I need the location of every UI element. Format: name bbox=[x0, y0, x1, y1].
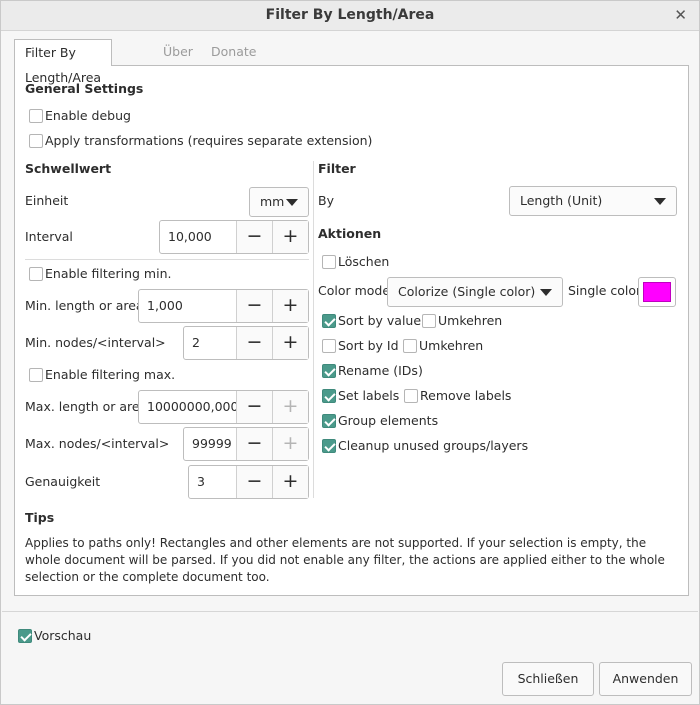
precision-stepper[interactable]: 3 − + bbox=[188, 465, 309, 499]
chevron-down-icon bbox=[286, 199, 298, 206]
min-nodes-label: Min. nodes/<interval> bbox=[25, 335, 166, 350]
chevron-down-icon bbox=[654, 198, 666, 205]
sort-by-id-checkbox[interactable] bbox=[322, 339, 336, 353]
decrement-icon[interactable]: − bbox=[236, 327, 272, 359]
window-title: Filter By Length/Area bbox=[265, 7, 435, 23]
sort-by-value-checkbox[interactable] bbox=[322, 314, 336, 328]
close-button[interactable]: Schließen bbox=[502, 662, 594, 696]
apply-transformations-checkbox[interactable] bbox=[29, 134, 43, 148]
filter-heading: Filter bbox=[318, 161, 356, 176]
tab-about[interactable]: Über bbox=[153, 39, 203, 66]
reverse-value-label: Umkehren bbox=[438, 313, 503, 328]
increment-icon[interactable]: + bbox=[272, 290, 308, 322]
filter-by-label: By bbox=[318, 193, 334, 208]
apply-transformations-label: Apply transformations (requires separate… bbox=[45, 133, 373, 148]
enable-min-checkbox[interactable] bbox=[29, 267, 43, 281]
increment-icon[interactable]: + bbox=[272, 391, 308, 423]
interval-value[interactable]: 10,000 bbox=[168, 229, 212, 244]
remove-labels-label: Remove labels bbox=[420, 388, 512, 403]
min-length-value[interactable]: 1,000 bbox=[147, 298, 183, 313]
sort-by-id-label: Sort by Id bbox=[338, 338, 399, 353]
max-nodes-value[interactable]: 99999 bbox=[192, 436, 232, 451]
group-elements-checkbox[interactable] bbox=[322, 414, 336, 428]
max-length-value[interactable]: 10000000,000 bbox=[147, 399, 238, 414]
decrement-icon[interactable]: − bbox=[236, 391, 272, 423]
unit-select[interactable]: mm bbox=[249, 187, 309, 217]
decrement-icon[interactable]: − bbox=[236, 221, 272, 253]
min-nodes-stepper[interactable]: 2 − + bbox=[183, 326, 309, 360]
reverse-id-label: Umkehren bbox=[419, 338, 484, 353]
filter-by-value: Length (Unit) bbox=[520, 193, 603, 208]
set-labels-checkbox[interactable] bbox=[322, 389, 336, 403]
group-elements-label: Group elements bbox=[338, 413, 439, 428]
preview-label: Vorschau bbox=[34, 628, 92, 643]
color-mode-select[interactable]: Colorize (Single color) bbox=[387, 277, 563, 307]
increment-icon[interactable]: + bbox=[272, 327, 308, 359]
increment-icon[interactable]: + bbox=[272, 466, 308, 498]
single-color-button[interactable] bbox=[638, 277, 676, 307]
max-length-label: Max. length or area bbox=[25, 399, 148, 414]
tab-donate[interactable]: Donate bbox=[201, 39, 266, 66]
enable-max-label: Enable filtering max. bbox=[45, 367, 176, 382]
single-color-label: Single color bbox=[568, 283, 642, 298]
reverse-id-checkbox[interactable] bbox=[403, 339, 417, 353]
rename-ids-checkbox[interactable] bbox=[322, 364, 336, 378]
min-length-stepper[interactable]: 1,000 − + bbox=[138, 289, 309, 323]
dialog-window: Filter By Length/Area ✕ Filter By Length… bbox=[0, 0, 700, 705]
max-nodes-label: Max. nodes/<interval> bbox=[25, 436, 170, 451]
unit-select-value: mm bbox=[260, 194, 285, 209]
interval-label: Interval bbox=[25, 229, 73, 244]
min-nodes-value[interactable]: 2 bbox=[192, 335, 200, 350]
cleanup-checkbox[interactable] bbox=[322, 439, 336, 453]
tips-heading: Tips bbox=[25, 510, 55, 525]
enable-debug-label: Enable debug bbox=[45, 108, 131, 123]
color-mode-value: Colorize (Single color) bbox=[398, 284, 536, 299]
filter-by-select[interactable]: Length (Unit) bbox=[509, 186, 677, 216]
max-length-stepper[interactable]: 10000000,000 − + bbox=[138, 390, 309, 424]
tips-text: Applies to paths only! Rectangles and ot… bbox=[25, 536, 665, 584]
tab-filter[interactable]: Filter By Length/Area bbox=[14, 39, 113, 85]
sort-by-value-label: Sort by value bbox=[338, 313, 422, 328]
enable-debug-checkbox[interactable] bbox=[29, 109, 43, 123]
increment-icon[interactable]: + bbox=[272, 221, 308, 253]
preview-checkbox[interactable] bbox=[18, 629, 32, 643]
divider bbox=[25, 259, 309, 260]
color-swatch bbox=[643, 282, 671, 302]
chevron-down-icon bbox=[540, 289, 552, 296]
enable-max-checkbox[interactable] bbox=[29, 368, 43, 382]
close-icon[interactable]: ✕ bbox=[674, 6, 687, 24]
threshold-heading: Schwellwert bbox=[25, 161, 112, 176]
column-divider bbox=[313, 161, 314, 498]
apply-button[interactable]: Anwenden bbox=[599, 662, 692, 696]
set-labels-label: Set labels bbox=[338, 388, 400, 403]
enable-min-label: Enable filtering min. bbox=[45, 266, 172, 281]
footer-divider bbox=[2, 611, 698, 612]
rename-ids-label: Rename (IDs) bbox=[338, 363, 423, 378]
remove-labels-checkbox[interactable] bbox=[404, 389, 418, 403]
decrement-icon[interactable]: − bbox=[236, 290, 272, 322]
decrement-icon[interactable]: − bbox=[236, 466, 272, 498]
increment-icon[interactable]: + bbox=[272, 428, 308, 460]
decrement-icon[interactable]: − bbox=[236, 428, 272, 460]
cleanup-label: Cleanup unused groups/layers bbox=[338, 438, 529, 453]
color-mode-label: Color mode bbox=[318, 283, 391, 298]
interval-stepper[interactable]: 10,000 − + bbox=[159, 220, 309, 254]
delete-checkbox[interactable] bbox=[322, 255, 336, 269]
actions-heading: Aktionen bbox=[318, 226, 382, 241]
precision-label: Genauigkeit bbox=[25, 474, 101, 489]
delete-label: Löschen bbox=[338, 254, 390, 269]
title-bar: Filter By Length/Area ✕ bbox=[1, 1, 699, 31]
reverse-value-checkbox[interactable] bbox=[422, 314, 436, 328]
max-nodes-stepper[interactable]: 99999 − + bbox=[183, 427, 309, 461]
unit-label: Einheit bbox=[25, 193, 69, 208]
min-length-label: Min. length or area bbox=[25, 298, 144, 313]
precision-value[interactable]: 3 bbox=[197, 474, 205, 489]
